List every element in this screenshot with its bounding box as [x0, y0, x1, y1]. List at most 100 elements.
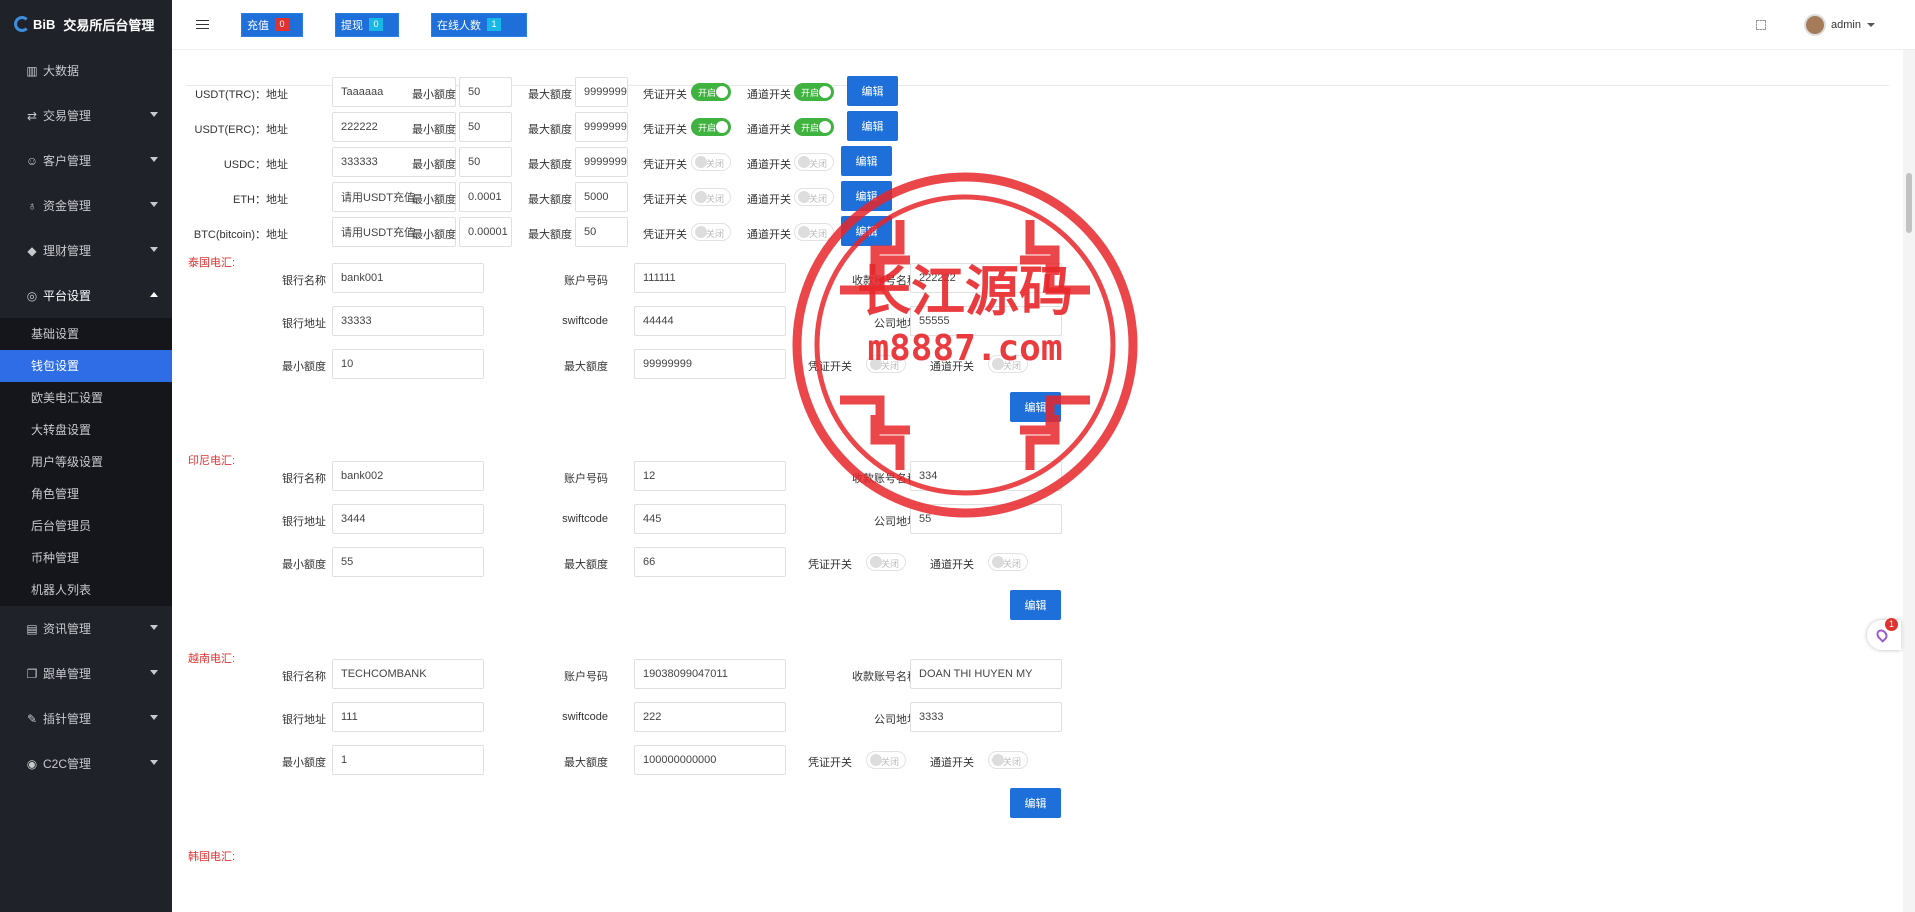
- channel-switch[interactable]: 开启: [794, 118, 834, 136]
- sidebar-item-5[interactable]: ◎ 平台设置: [0, 273, 172, 318]
- menu-toggle-icon[interactable]: [196, 20, 209, 29]
- company-address-input[interactable]: 55555: [910, 306, 1062, 336]
- logo: BiB 交易所后台管理: [0, 0, 172, 48]
- cert-switch[interactable]: 关闭: [691, 153, 731, 171]
- submenu-item[interactable]: 基础设置: [0, 318, 172, 350]
- sidebar-item-9[interactable]: ◉ C2C管理: [0, 741, 172, 786]
- company-address-input[interactable]: 3333: [910, 702, 1062, 732]
- submenu-item[interactable]: 用户等级设置: [0, 446, 172, 478]
- online-users-button[interactable]: 在线人数 1: [431, 12, 527, 37]
- min-amount-input[interactable]: 50: [459, 77, 512, 107]
- max-amount-input[interactable]: 5000: [575, 182, 628, 212]
- submenu-item[interactable]: 机器人列表: [0, 574, 172, 606]
- edit-button[interactable]: 编辑: [1010, 788, 1061, 818]
- payee-name-input[interactable]: 222222: [910, 263, 1062, 293]
- max-amount-input[interactable]: 66: [634, 547, 786, 577]
- company-address-input[interactable]: 55: [910, 504, 1062, 534]
- channel-switch[interactable]: 关闭: [794, 223, 834, 241]
- edit-button[interactable]: 编辑: [847, 76, 898, 106]
- edit-button[interactable]: 编辑: [841, 216, 892, 246]
- min-amount-label: 最小额度: [282, 757, 326, 769]
- edit-button[interactable]: 编辑: [1010, 392, 1061, 422]
- channel-switch[interactable]: 关闭: [988, 355, 1028, 373]
- channel-switch[interactable]: 关闭: [794, 188, 834, 206]
- payee-name-input[interactable]: 334: [910, 461, 1062, 491]
- fullscreen-icon[interactable]: [1756, 20, 1767, 30]
- max-amount-input[interactable]: 99999999: [575, 147, 628, 177]
- bank-name-input[interactable]: bank001: [332, 263, 484, 293]
- channel-switch[interactable]: 关闭: [988, 553, 1028, 571]
- submenu-item[interactable]: 角色管理: [0, 478, 172, 510]
- min-amount-input[interactable]: 50: [459, 147, 512, 177]
- chevron-down-icon[interactable]: [1867, 23, 1875, 27]
- cert-switch-label: 凭证开关: [643, 194, 687, 206]
- bank-address-input[interactable]: 111: [332, 702, 484, 732]
- sidebar-menu-lower: ▤ 资讯管理 ❐ 跟单管理 ✎ 插针管理 ◉ C2C管理: [0, 606, 172, 786]
- sidebar-item-8[interactable]: ✎ 插针管理: [0, 696, 172, 741]
- wallet-settings-panel: USDT(TRC)：地址Taaaaaa最小额度50最大额度99999999凭证开…: [172, 51, 1903, 912]
- sidebar-item-7[interactable]: ❐ 跟单管理: [0, 651, 172, 696]
- sidebar-item-2[interactable]: ☺ 客户管理: [0, 138, 172, 183]
- max-amount-input[interactable]: 100000000000: [634, 745, 786, 775]
- bank-address-input[interactable]: 3444: [332, 504, 484, 534]
- sidebar-item-6[interactable]: ▤ 资讯管理: [0, 606, 172, 651]
- max-amount-input[interactable]: 99999999: [575, 112, 628, 142]
- bank-section-title: 泰国电汇:: [188, 257, 236, 269]
- min-amount-input[interactable]: 0.00001: [459, 217, 512, 247]
- switch-state-text: 关闭: [705, 229, 724, 239]
- avatar[interactable]: [1804, 14, 1827, 36]
- min-amount-input[interactable]: 50: [459, 112, 512, 142]
- sidebar-item-3[interactable]: ♁ 资金管理: [0, 183, 172, 228]
- sidebar-item-0[interactable]: ▥ 大数据: [0, 48, 172, 93]
- min-amount-input[interactable]: 10: [332, 349, 484, 379]
- bank-name-input[interactable]: bank002: [332, 461, 484, 491]
- channel-switch-label: 通道开关: [747, 194, 791, 206]
- user-name[interactable]: admin: [1831, 19, 1861, 31]
- scrollbar[interactable]: [1903, 50, 1915, 912]
- edit-button[interactable]: 编辑: [847, 111, 898, 141]
- payee-name-input[interactable]: DOAN THI HUYEN MY: [910, 659, 1062, 689]
- submenu-item[interactable]: 大转盘设置: [0, 414, 172, 446]
- min-amount-input[interactable]: 0.0001: [459, 182, 512, 212]
- max-amount-input[interactable]: 99999999: [575, 77, 628, 107]
- cert-switch-label: 凭证开关: [643, 159, 687, 171]
- cert-switch[interactable]: 关闭: [866, 751, 906, 769]
- max-amount-input[interactable]: 50: [575, 217, 628, 247]
- chevron-down-icon: [150, 670, 158, 675]
- submenu-item[interactable]: 币种管理: [0, 542, 172, 574]
- submenu-item[interactable]: 钱包设置: [0, 350, 172, 382]
- company-address-label: 公司地址: [874, 516, 918, 528]
- withdraw-button[interactable]: 提现 0: [335, 12, 399, 37]
- channel-switch[interactable]: 开启: [794, 83, 834, 101]
- platform-submenu: 基础设置 钱包设置 欧美电汇设置 大转盘设置 用户等级设置 角色管理 后台管理员 币种管理 机器…: [0, 318, 172, 606]
- bank-address-input[interactable]: 33333: [332, 306, 484, 336]
- scrollbar-thumb[interactable]: [1906, 173, 1912, 233]
- edit-button[interactable]: 编辑: [1010, 590, 1061, 620]
- bank-address-label: 银行地址: [282, 516, 326, 528]
- cert-switch[interactable]: 关闭: [866, 355, 906, 373]
- channel-switch[interactable]: 关闭: [988, 751, 1028, 769]
- cert-switch[interactable]: 开启: [691, 83, 731, 101]
- submenu-item[interactable]: 后台管理员: [0, 510, 172, 542]
- floating-helper-button[interactable]: 1: [1867, 618, 1901, 650]
- cert-switch[interactable]: 关闭: [866, 553, 906, 571]
- cert-switch[interactable]: 关闭: [691, 223, 731, 241]
- max-amount-input[interactable]: 99999999: [634, 349, 786, 379]
- switch-knob: [695, 156, 707, 168]
- cert-switch[interactable]: 关闭: [691, 188, 731, 206]
- channel-switch[interactable]: 关闭: [794, 153, 834, 171]
- switch-state-text: 关闭: [880, 757, 899, 767]
- submenu-item[interactable]: 欧美电汇设置: [0, 382, 172, 414]
- cert-switch[interactable]: 开启: [691, 118, 731, 136]
- min-amount-input[interactable]: 1: [332, 745, 484, 775]
- sidebar-item-4[interactable]: ◆ 理财管理: [0, 228, 172, 273]
- switch-knob: [870, 556, 882, 568]
- switch-knob: [798, 156, 810, 168]
- edit-button[interactable]: 编辑: [841, 146, 892, 176]
- sidebar-item-1[interactable]: ⇄ 交易管理: [0, 93, 172, 138]
- min-amount-input[interactable]: 55: [332, 547, 484, 577]
- recharge-button[interactable]: 充值 0: [241, 12, 303, 37]
- bank-name-input[interactable]: TECHCOMBANK: [332, 659, 484, 689]
- bank-section-title: 印尼电汇:: [188, 455, 236, 467]
- edit-button[interactable]: 编辑: [841, 181, 892, 211]
